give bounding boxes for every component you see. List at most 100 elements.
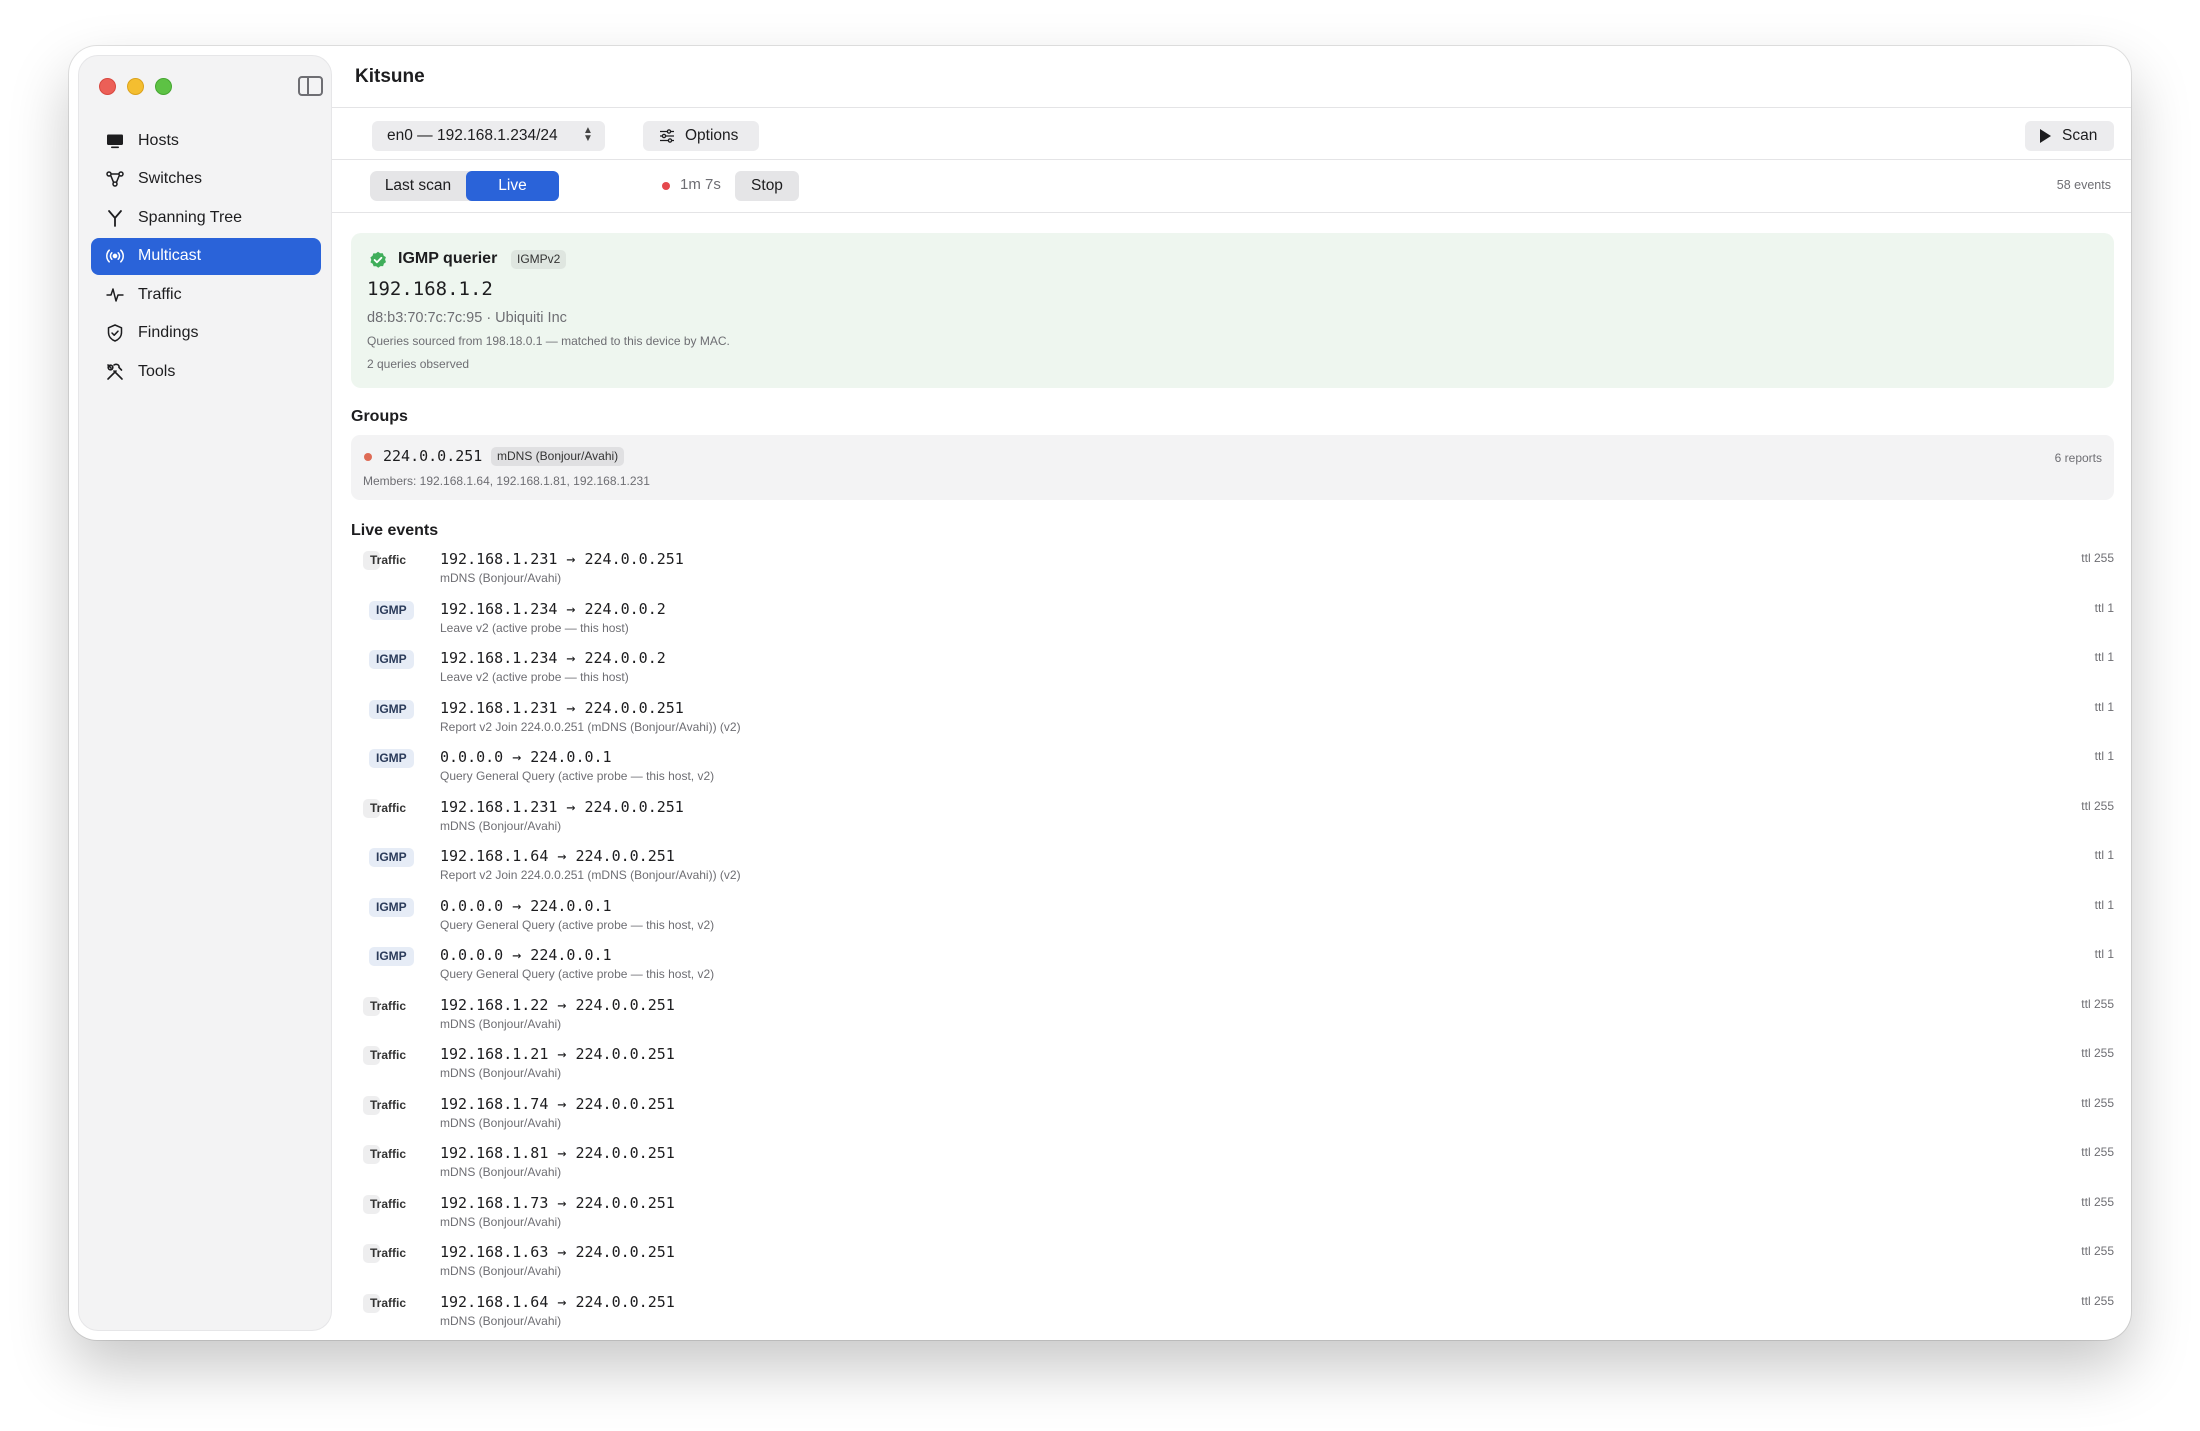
- live-event-row[interactable]: Traffic 192.168.1.22 → 224.0.0.251 mDNS (B…: [351, 994, 2114, 1044]
- sidebar: Hosts Switches Spanning Tree Multicast T…: [78, 55, 332, 1331]
- live-event-row[interactable]: IGMP 192.168.1.231 → 224.0.0.251 Report v2…: [351, 697, 2114, 747]
- event-detail: mDNS (Bonjour/Avahi): [440, 1264, 562, 1278]
- event-ttl: ttl 1: [2094, 749, 2114, 763]
- event-detail: mDNS (Bonjour/Avahi): [440, 571, 562, 585]
- mode-divider: [332, 212, 2131, 213]
- event-ttl: ttl 255: [2081, 1244, 2114, 1258]
- live-event-row[interactable]: Traffic 192.168.1.231 → 224.0.0.251 mDNS (…: [351, 796, 2114, 846]
- close-window-button[interactable]: [99, 78, 116, 95]
- querier-mac-vendor: d8:b3:70:7c:7c:95 · Ubiquiti Inc: [367, 310, 567, 326]
- elapsed-time: 1m 7s: [680, 176, 721, 193]
- live-events-heading: Live events: [351, 522, 439, 539]
- waveform-icon: [105, 285, 125, 305]
- event-detail: Query General Query (active probe — this…: [440, 769, 715, 783]
- shield-check-icon: [105, 323, 125, 343]
- toolbar-divider: [332, 159, 2131, 160]
- event-kind-badge: IGMP: [369, 650, 414, 669]
- event-ttl: ttl 1: [2094, 699, 2114, 714]
- querier-title: IGMP querier: [398, 250, 498, 267]
- event-kind-badge: IGMP: [369, 699, 414, 719]
- event-detail: mDNS (Bonjour/Avahi): [440, 1016, 562, 1031]
- event-detail: mDNS (Bonjour/Avahi): [440, 818, 562, 833]
- event-detail: Query General Query (active probe — this…: [440, 967, 715, 981]
- zoom-window-button[interactable]: [155, 78, 172, 95]
- event-flow: 192.168.1.231 → 224.0.0.251: [440, 797, 684, 816]
- live-event-row[interactable]: Traffic 192.168.1.74 → 224.0.0.251 mDNS (B…: [351, 1093, 2114, 1143]
- live-event-row[interactable]: IGMP 0.0.0.0 → 224.0.0.1 Query General Que…: [351, 944, 2114, 994]
- network-nodes-icon: [105, 169, 125, 189]
- live-event-row[interactable]: Traffic 192.168.1.63 → 224.0.0.251 mDNS (B…: [351, 1241, 2114, 1291]
- live-event-row[interactable]: Traffic 192.168.1.231 → 224.0.0.251 mDNS (…: [351, 548, 2114, 598]
- event-flow: 192.168.1.74 → 224.0.0.251: [440, 1094, 675, 1113]
- live-events-list: Traffic 192.168.1.231 → 224.0.0.251 mDNS (…: [351, 548, 2114, 1340]
- group-members: Members: 192.168.1.64, 192.168.1.81, 192…: [363, 474, 650, 488]
- chevron-up-down-icon: ▲ ▼: [583, 125, 593, 144]
- event-detail: mDNS (Bonjour/Avahi): [440, 1115, 562, 1130]
- querier-note: Queries sourced from 198.18.0.1 — matche…: [367, 334, 730, 348]
- group-address: 224.0.0.251: [383, 447, 483, 465]
- event-detail: Report v2 Join 224.0.0.251 (mDNS (Bonjou…: [440, 719, 741, 734]
- live-event-row[interactable]: IGMP 192.168.1.234 → 224.0.0.2 Leave v2 (a…: [351, 647, 2114, 697]
- event-detail: Leave v2 (active probe — this host): [440, 620, 629, 635]
- live-event-row[interactable]: IGMP 0.0.0.0 → 224.0.0.1 Query General Que…: [351, 895, 2114, 945]
- sidebar-item-multicast[interactable]: Multicast: [91, 237, 321, 275]
- group-service-badge: mDNS (Bonjour/Avahi): [491, 447, 625, 466]
- mode-segmented-control: Last scan Live: [370, 171, 559, 201]
- event-kind-badge: IGMP: [369, 600, 414, 620]
- live-event-row[interactable]: Traffic 192.168.1.81 → 224.0.0.251 mDNS (B…: [351, 1142, 2114, 1192]
- event-kind-badge: Traffic: [363, 1046, 406, 1065]
- group-report-count: 6 reports: [2054, 451, 2102, 465]
- main-content: Kitsune en0 — 192.168.1.234/24 ▲ ▼ Option…: [332, 46, 2131, 1340]
- sidebar-item-traffic[interactable]: Traffic: [91, 276, 321, 313]
- stop-button[interactable]: Stop: [735, 171, 799, 201]
- event-ttl: ttl 255: [2081, 996, 2114, 1011]
- event-ttl: ttl 1: [2094, 848, 2114, 862]
- event-ttl: ttl 1: [2094, 897, 2114, 912]
- sidebar-item-label: Traffic: [138, 285, 182, 303]
- event-flow: 192.168.1.81 → 224.0.0.251: [440, 1144, 675, 1162]
- event-flow: 192.168.1.63 → 224.0.0.251: [440, 1243, 675, 1261]
- sidebar-item-findings[interactable]: Findings: [91, 315, 321, 352]
- event-detail: mDNS (Bonjour/Avahi): [440, 1214, 562, 1229]
- interface-select[interactable]: en0 — 192.168.1.234/24 ▲ ▼: [372, 121, 605, 151]
- live-event-row[interactable]: Traffic 192.168.1.73 → 224.0.0.251 mDNS (B…: [351, 1192, 2114, 1242]
- event-detail: mDNS (Bonjour/Avahi): [440, 1165, 562, 1179]
- options-button[interactable]: Options: [643, 121, 759, 151]
- sidebar-item-label: Multicast: [138, 247, 202, 265]
- live-tab[interactable]: Live: [466, 171, 559, 201]
- live-recording-dot: [662, 182, 670, 190]
- sidebar-item-hosts[interactable]: Hosts: [91, 122, 321, 159]
- live-event-row[interactable]: Traffic 192.168.1.21 → 224.0.0.251 mDNS (B…: [351, 1043, 2114, 1093]
- event-flow: 192.168.1.231 → 224.0.0.251: [440, 550, 684, 568]
- event-ttl: ttl 1: [2094, 650, 2114, 664]
- sidebar-item-switches[interactable]: Switches: [91, 161, 321, 198]
- event-kind-badge: Traffic: [363, 1194, 406, 1214]
- scan-button[interactable]: Scan: [2025, 121, 2114, 151]
- live-event-row[interactable]: Traffic 192.168.1.64 → 224.0.0.251 mDNS (B…: [351, 1291, 2114, 1341]
- event-flow: 192.168.1.234 → 224.0.0.2: [440, 649, 666, 667]
- event-kind-badge: IGMP: [369, 749, 414, 768]
- event-ttl: ttl 255: [2081, 1194, 2114, 1209]
- live-event-row[interactable]: IGMP 0.0.0.0 → 224.0.0.1 Query General Que…: [351, 746, 2114, 796]
- event-kind-badge: Traffic: [363, 551, 406, 570]
- event-kind-badge: Traffic: [363, 1244, 406, 1263]
- sidebar-item-label: Switches: [138, 170, 203, 188]
- sidebar-item-tools[interactable]: Tools: [91, 354, 321, 391]
- live-event-row[interactable]: IGMP 192.168.1.64 → 224.0.0.251 Report v2 …: [351, 845, 2114, 895]
- display-icon: [105, 131, 125, 151]
- minimize-window-button[interactable]: [127, 78, 144, 95]
- sidebar-item-label: Tools: [138, 363, 176, 381]
- options-label: Options: [685, 127, 739, 144]
- event-ttl: ttl 1: [2094, 600, 2114, 615]
- sidebar-item-spanning-tree[interactable]: Spanning Tree: [91, 199, 321, 236]
- group-row[interactable]: 224.0.0.251 mDNS (Bonjour/Avahi) 6 repor…: [351, 435, 2114, 500]
- event-kind-badge: Traffic: [363, 1145, 406, 1164]
- live-event-row[interactable]: IGMP 192.168.1.234 → 224.0.0.2 Leave v2 (a…: [351, 598, 2114, 648]
- event-ttl: ttl 255: [2081, 1145, 2114, 1159]
- event-flow: 192.168.1.231 → 224.0.0.251: [440, 698, 684, 717]
- sliders-icon: [660, 129, 674, 143]
- last-scan-tab[interactable]: Last scan: [370, 171, 466, 201]
- event-flow: 192.168.1.73 → 224.0.0.251: [440, 1193, 675, 1212]
- sidebar-toggle-icon[interactable]: [298, 76, 323, 96]
- group-status-dot: [364, 453, 372, 461]
